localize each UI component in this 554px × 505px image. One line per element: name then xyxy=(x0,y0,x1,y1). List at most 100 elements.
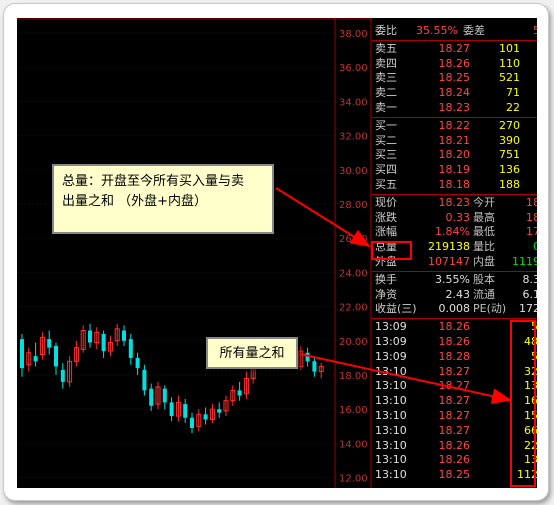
tick-price: 18.27 xyxy=(438,379,471,393)
buy-price: 18.18 xyxy=(438,178,471,191)
axis-tick-label: 24.00 xyxy=(339,268,368,279)
tick-price: 18.26 xyxy=(438,320,471,334)
tick-time: 13:10 xyxy=(375,423,407,437)
axis-tick-label: 36.00 xyxy=(339,63,368,74)
axis-tick-label: 32.00 xyxy=(339,132,368,143)
candle-body xyxy=(169,402,174,417)
stat-value-2: 18 xyxy=(526,210,537,224)
sell-level-label: 卖二 xyxy=(375,86,397,100)
axis-tick-label: 12.00 xyxy=(339,474,368,485)
candle-body xyxy=(149,388,154,406)
total-volume-callout: 总量：开盘至今所有买入量与卖 出量之和 （外盘+内盘） xyxy=(52,164,274,234)
buy-level-row: 买二 18.21 390 xyxy=(372,134,537,148)
stat-value: 219138 xyxy=(428,240,470,254)
order-ratio-value: 35.55% xyxy=(416,24,458,37)
divider-stats xyxy=(372,193,537,195)
axis-tick-label: 34.00 xyxy=(339,97,368,108)
finance-value-2: 172 xyxy=(519,302,537,316)
sell-price: 18.24 xyxy=(438,86,471,100)
sell-price: 18.25 xyxy=(438,71,471,85)
stat-label: 涨幅 xyxy=(375,225,397,239)
candle-body xyxy=(305,352,310,362)
trading-screen: 38.00 36.00 34.00 32.00 30.00 28.00 26.00 24.00… xyxy=(17,18,537,488)
buy-price: 18.21 xyxy=(438,133,471,147)
sell-volume: 71 xyxy=(506,86,520,100)
stat-label-2: 最高 xyxy=(473,210,495,224)
finance-label-2: 流通 xyxy=(473,287,495,301)
candle-body xyxy=(135,357,140,369)
candle-body xyxy=(33,356,38,362)
candle-body xyxy=(203,414,208,420)
stat-value: 1.84% xyxy=(435,225,470,239)
tick-price: 18.25 xyxy=(438,468,471,482)
candle-body xyxy=(47,339,52,348)
tick-time: 13:10 xyxy=(375,409,407,422)
sell-volume: 101 xyxy=(499,41,520,55)
finance-label: 收益(三) xyxy=(375,302,417,316)
all-volume-callout-text: 所有量之和 xyxy=(219,346,285,361)
stat-value: 0.33 xyxy=(445,210,471,224)
finance-value: 0.008 xyxy=(438,302,471,316)
divider-book xyxy=(372,116,537,118)
total-volume-callout-line1: 总量：开盘至今所有买入量与卖 xyxy=(62,174,245,189)
sell-level-label: 卖一 xyxy=(375,101,397,114)
sell-level-row: 卖四 18.26 110 xyxy=(372,57,537,71)
buy-volume: 751 xyxy=(499,148,520,162)
candle-body xyxy=(217,409,222,413)
sell-level-row: 卖三 18.25 521 xyxy=(372,71,537,85)
finance-row: 收益(三) 0.008 PE(动) 172 xyxy=(372,302,537,316)
axis-tick-label: 22.00 xyxy=(339,303,368,314)
stat-label-2: 内盘 xyxy=(473,255,495,268)
stat-value-2: 0 xyxy=(533,240,537,254)
all-volume-callout: 所有量之和 xyxy=(206,337,298,369)
axis-tick-label: 26.00 xyxy=(339,234,368,245)
total-volume-highlight xyxy=(371,241,412,260)
finance-row: 换手 3.55% 股本 8.3 xyxy=(372,273,537,287)
tick-time: 13:10 xyxy=(375,468,407,482)
finance-value-2: 8.3 xyxy=(522,272,538,286)
tick-price: 18.27 xyxy=(438,364,471,378)
stat-value-2: 18 xyxy=(526,195,537,209)
stat-label-2: 最低 xyxy=(473,225,495,239)
candle-body xyxy=(122,330,126,341)
order-ratio-label: 委比 xyxy=(375,24,397,37)
buy-level-row: 买一 18.22 270 xyxy=(372,119,537,133)
stat-value: 18.23 xyxy=(438,195,471,209)
candle-body xyxy=(142,369,147,391)
sell-level-label: 卖五 xyxy=(375,41,397,55)
candle-body xyxy=(54,345,58,367)
sell-level-label: 卖四 xyxy=(375,56,397,70)
finance-row: 净资 2.43 流通 6.1 xyxy=(372,288,537,302)
total-volume-callout-line2: 出量之和 （外盘+内盘） xyxy=(62,194,208,209)
tick-time: 13:10 xyxy=(375,438,407,452)
tick-time: 13:09 xyxy=(375,349,407,363)
sell-level-label: 卖三 xyxy=(375,71,397,85)
candle-body xyxy=(20,339,24,369)
tick-time: 13:10 xyxy=(375,379,407,393)
buy-volume: 390 xyxy=(499,133,520,147)
tick-price: 18.26 xyxy=(438,438,471,452)
stat-label: 涨跌 xyxy=(375,210,397,224)
candle-body xyxy=(183,404,188,418)
axis-tick-label: 16.00 xyxy=(339,405,368,416)
tick-volume-highlight xyxy=(510,320,536,487)
buy-volume: 270 xyxy=(499,118,520,132)
buy-level-row: 买四 18.19 136 xyxy=(372,163,537,177)
finance-label: 净资 xyxy=(375,287,397,301)
tick-price: 18.26 xyxy=(438,335,471,348)
buy-price: 18.22 xyxy=(438,118,471,132)
tick-price: 18.27 xyxy=(438,423,471,437)
tick-price: 18.27 xyxy=(438,409,471,422)
sell-level-row: 卖二 18.24 71 xyxy=(372,86,537,100)
stat-value-2: 1119 xyxy=(512,255,537,268)
tick-price: 18.27 xyxy=(438,394,471,408)
axis-tick-label: 20.00 xyxy=(339,337,368,348)
stat-label: 现价 xyxy=(375,195,397,209)
stat-row: 现价 18.23 今开 18 xyxy=(372,196,537,210)
finance-value: 3.55% xyxy=(435,272,470,286)
buy-level-label: 买五 xyxy=(375,178,397,191)
stat-value: 107147 xyxy=(428,255,470,268)
finance-value: 2.43 xyxy=(445,287,471,301)
stat-value-2: 17 xyxy=(526,225,537,239)
order-diff-value: 5 xyxy=(533,24,537,37)
